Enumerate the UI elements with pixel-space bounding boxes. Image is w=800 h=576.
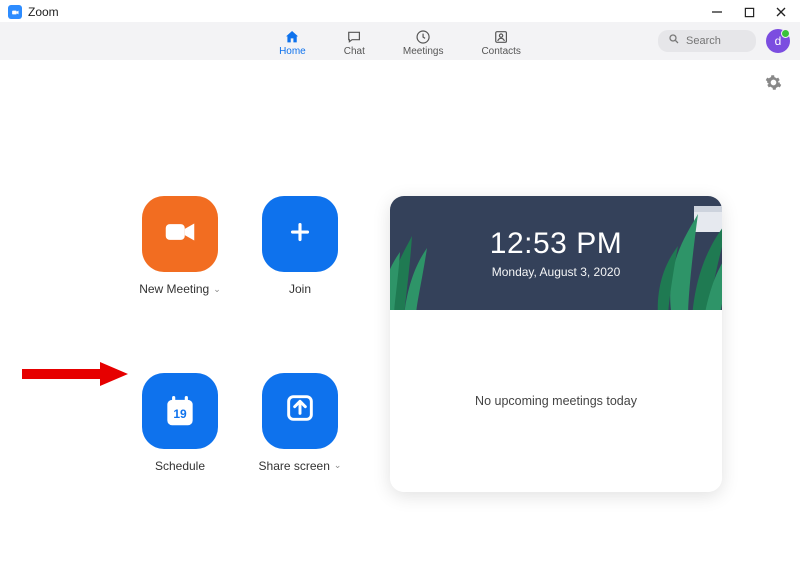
action-label[interactable]: New Meeting ⌄ <box>139 282 221 296</box>
settings-row <box>0 60 800 96</box>
annotation-arrow <box>18 360 128 393</box>
chevron-down-icon: ⌄ <box>213 284 221 295</box>
actions-grid: New Meeting ⌄ Join 19 Sch <box>30 196 370 492</box>
toolbar-right: d <box>658 29 790 53</box>
meetings-card: 12:53 PM Monday, August 3, 2020 No upcom… <box>390 196 722 492</box>
avatar[interactable]: d <box>766 29 790 53</box>
nav-label: Chat <box>344 46 365 57</box>
action-join: Join <box>240 196 360 315</box>
main: New Meeting ⌄ Join 19 Sch <box>0 96 800 492</box>
search-box[interactable] <box>658 30 756 52</box>
close-button[interactable] <box>774 5 788 19</box>
tab-contacts[interactable]: Contacts <box>479 25 522 60</box>
nav-label: Contacts <box>481 46 520 57</box>
schedule-button[interactable]: 19 <box>142 373 218 449</box>
tab-meetings[interactable]: Meetings <box>401 25 446 60</box>
action-share-screen: Share screen ⌄ <box>240 373 360 492</box>
action-new-meeting: New Meeting ⌄ <box>120 196 240 315</box>
join-button[interactable] <box>262 196 338 272</box>
action-label: Join <box>289 282 311 296</box>
plant-illustration-right <box>612 198 722 310</box>
share-screen-button[interactable] <box>262 373 338 449</box>
window-controls <box>710 5 792 19</box>
action-label[interactable]: Share screen ⌄ <box>259 459 342 473</box>
empty-meetings-text: No upcoming meetings today <box>475 394 637 408</box>
minimize-button[interactable] <box>710 5 724 19</box>
gear-icon[interactable] <box>765 74 782 96</box>
chat-icon <box>345 29 363 45</box>
chevron-down-icon: ⌄ <box>334 460 342 471</box>
avatar-initial: d <box>775 34 782 48</box>
tab-home[interactable]: Home <box>277 25 308 60</box>
calendar-day: 19 <box>173 407 186 421</box>
maximize-button[interactable] <box>742 5 756 19</box>
meetings-empty-state: No upcoming meetings today <box>390 310 722 492</box>
new-meeting-button[interactable] <box>142 196 218 272</box>
search-input[interactable] <box>686 35 746 47</box>
plus-icon <box>285 217 315 252</box>
app-icon <box>8 5 22 19</box>
nav-label: Meetings <box>403 46 444 57</box>
nav: Home Chat Meetings Contacts <box>277 22 523 60</box>
share-up-icon <box>284 392 316 429</box>
contacts-icon <box>492 29 510 45</box>
video-icon <box>161 213 199 256</box>
search-icon <box>668 32 680 50</box>
calendar-icon: 19 <box>160 391 200 431</box>
action-label: Schedule <box>155 459 205 473</box>
home-icon <box>283 29 301 45</box>
clock-panel: 12:53 PM Monday, August 3, 2020 <box>390 196 722 310</box>
app-title: Zoom <box>28 5 59 19</box>
titlebar: Zoom <box>0 0 800 22</box>
clock-time: 12:53 PM <box>490 227 622 261</box>
tab-chat[interactable]: Chat <box>342 25 367 60</box>
nav-label: Home <box>279 46 306 57</box>
plant-illustration-left <box>390 226 452 310</box>
titlebar-left: Zoom <box>8 5 59 19</box>
action-schedule: 19 Schedule <box>120 373 240 492</box>
clock-date: Monday, August 3, 2020 <box>492 265 621 279</box>
clock-icon <box>414 29 432 45</box>
toolbar: Home Chat Meetings Contacts <box>0 22 800 60</box>
